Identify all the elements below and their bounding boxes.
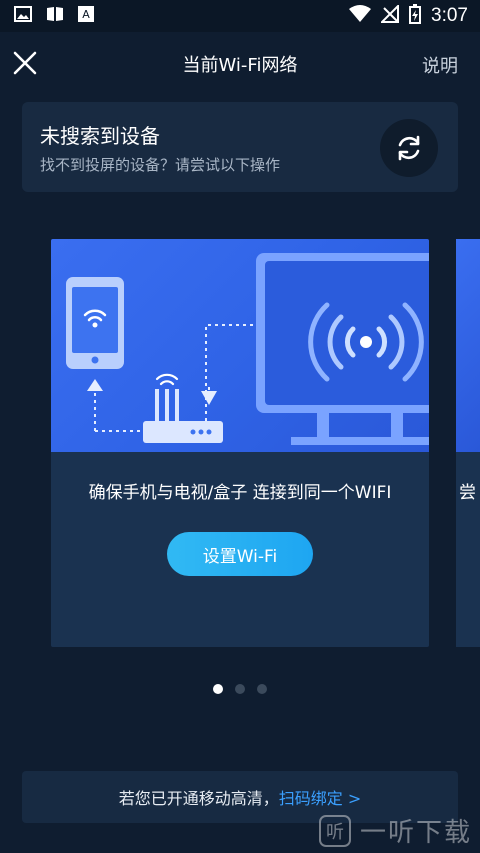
wifi-illustration bbox=[51, 239, 429, 452]
watermark: 听 一听下载 bbox=[318, 808, 480, 853]
watermark-text: 一听下载 bbox=[360, 818, 473, 848]
bind-banner-text: 若您已开通移动高清， bbox=[118, 789, 279, 808]
status-right-icons: 3:07 bbox=[349, 3, 468, 28]
help-button[interactable]: 说明 bbox=[422, 52, 458, 78]
close-button[interactable] bbox=[12, 50, 38, 76]
status-time: 3:07 bbox=[431, 5, 468, 26]
svg-text:听: 听 bbox=[326, 822, 344, 843]
carousel-pagination bbox=[0, 684, 480, 694]
book-icon bbox=[46, 6, 64, 26]
search-status-title: 未搜索到设备 bbox=[40, 124, 160, 148]
page-title: 当前Wi-Fi网络 bbox=[182, 55, 298, 76]
wifi-icon bbox=[349, 5, 372, 27]
carousel-card[interactable]: 确保手机与电视/盒子 连接到同一个WIFI 设置Wi-Fi bbox=[51, 239, 429, 647]
setup-wifi-button[interactable]: 设置Wi-Fi bbox=[167, 532, 313, 576]
next-card-text: 尝 bbox=[459, 483, 476, 503]
next-carousel-card[interactable]: 尝 bbox=[456, 239, 480, 647]
header: 当前Wi-Fi网络 说明 bbox=[0, 32, 480, 96]
watermark-logo-icon: 听 bbox=[319, 814, 351, 847]
svg-text:A: A bbox=[82, 8, 90, 21]
font-icon: A bbox=[78, 6, 94, 26]
status-left-icons: A bbox=[14, 6, 94, 26]
battery-charging-icon bbox=[409, 4, 422, 28]
refresh-icon[interactable] bbox=[394, 133, 424, 163]
no-signal-icon bbox=[379, 3, 400, 27]
pagination-dot-3[interactable] bbox=[257, 684, 267, 694]
search-status-card: 未搜索到设备 找不到投屏的设备？请尝试以下操作 bbox=[22, 102, 458, 192]
image-icon bbox=[14, 6, 32, 26]
pagination-dot-1[interactable] bbox=[213, 684, 223, 694]
card-description: 确保手机与电视/盒子 连接到同一个WIFI bbox=[88, 483, 392, 503]
scan-bind-link[interactable]: 扫码绑定 > bbox=[279, 785, 362, 809]
pagination-dot-2[interactable] bbox=[235, 684, 245, 694]
close-icon[interactable] bbox=[12, 50, 38, 76]
search-status-subtitle: 找不到投屏的设备？请尝试以下操作 bbox=[40, 156, 281, 174]
status-bar: A 3:07 bbox=[0, 0, 480, 32]
next-card-illustration bbox=[456, 239, 480, 452]
refresh-button[interactable] bbox=[380, 119, 438, 177]
